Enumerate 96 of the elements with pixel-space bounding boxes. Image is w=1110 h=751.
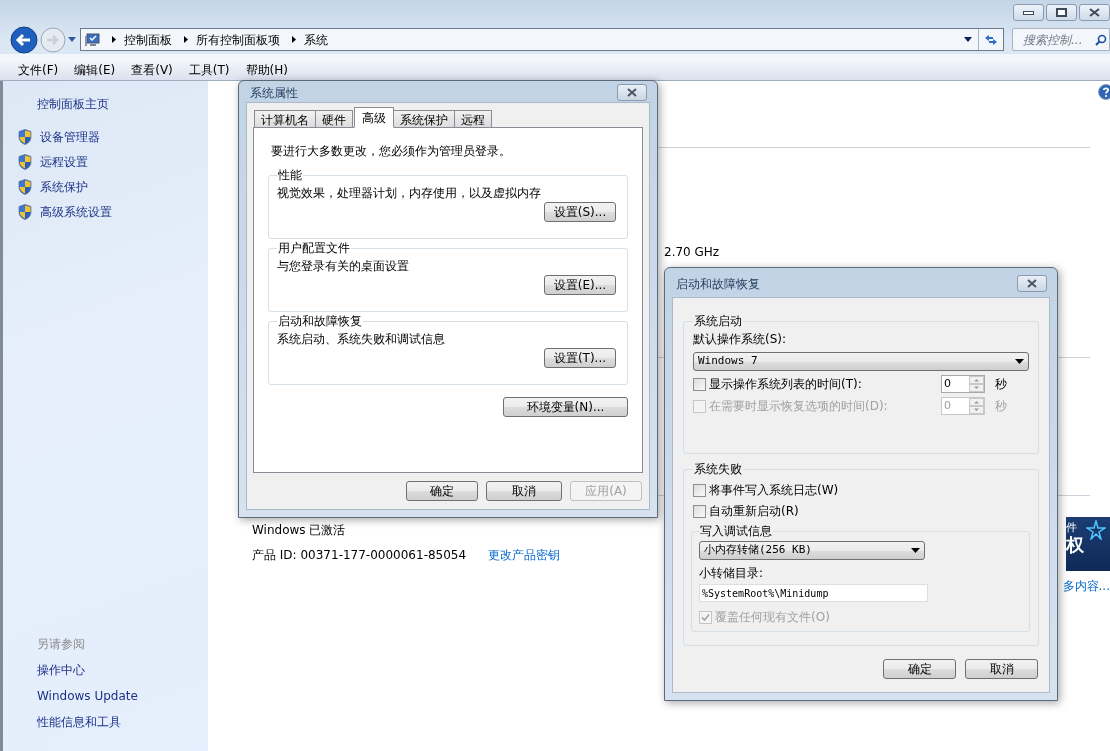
checkbox[interactable]: [693, 483, 706, 497]
back-button[interactable]: [10, 25, 38, 54]
star-icon: [1086, 520, 1106, 540]
genuine-logo: 件 权: [1066, 517, 1110, 571]
dropdown-caret-icon[interactable]: [964, 37, 972, 42]
refresh-icon: [984, 32, 998, 47]
close-window-button[interactable]: [1079, 4, 1110, 21]
tab[interactable]: 计算机名: [254, 110, 316, 128]
checkbox[interactable]: [693, 504, 706, 518]
breadcrumb-arrow-icon[interactable]: [292, 36, 296, 43]
minimize-icon: [1023, 10, 1034, 15]
checkbox-label: 显示操作系统列表的时间(T):: [709, 376, 863, 393]
close-button[interactable]: [1017, 275, 1047, 292]
group-title: 系统启动: [693, 313, 743, 330]
close-icon: [627, 88, 637, 97]
dropdown[interactable]: 小内存转储(256 KB): [699, 541, 925, 560]
group-description: 系统启动、系统失败和调试信息: [277, 331, 446, 348]
dialog-button[interactable]: 环境变量(N)...: [503, 397, 628, 417]
caret-icon: [911, 548, 920, 553]
search-field[interactable]: 搜索控制...: [1012, 28, 1110, 51]
sidebar-link[interactable]: 远程设置: [40, 153, 88, 171]
processor-speed: 2.70 GHz: [664, 244, 721, 259]
tab[interactable]: 高级: [354, 107, 394, 128]
sidebar-link[interactable]: Windows Update: [37, 687, 208, 705]
dialog-button[interactable]: 设置(E)...: [544, 275, 616, 295]
history-caret-icon[interactable]: [68, 37, 76, 42]
menu-item[interactable]: 文件(F): [10, 60, 67, 79]
group-title: 性能: [277, 167, 303, 184]
unit-label: 秒: [995, 398, 1007, 415]
dialog-button[interactable]: 设置(S)...: [544, 202, 616, 222]
close-icon: [1027, 279, 1037, 288]
caret-icon: [1015, 359, 1024, 364]
dialog-button[interactable]: 取消: [486, 481, 562, 501]
shield-icon: [18, 204, 32, 220]
close-button[interactable]: [617, 84, 647, 101]
dropdown[interactable]: Windows 7: [693, 352, 1029, 371]
checkbox-label: 覆盖任何现有文件(O): [715, 609, 830, 626]
sidebar-link[interactable]: 高级系统设置: [40, 203, 112, 221]
group-title: 启动和故障恢复: [277, 313, 363, 330]
shield-icon: [18, 179, 32, 195]
spin-arrows-icon: [969, 376, 984, 392]
breadcrumb[interactable]: 所有控制面板项: [196, 30, 280, 49]
group-title: 系统失败: [693, 461, 743, 478]
menu-item[interactable]: 编辑(E): [66, 60, 124, 79]
breadcrumb[interactable]: 控制面板: [124, 30, 172, 49]
dialog-title: 启动和故障恢复: [676, 275, 760, 293]
group-title: 写入调试信息: [699, 523, 773, 540]
see-also-heading: 另请参阅: [37, 636, 86, 653]
menu-item[interactable]: 查看(V): [123, 60, 181, 79]
dialog-button[interactable]: 确定: [406, 481, 478, 501]
shield-icon: [18, 129, 32, 145]
dialog-button[interactable]: 取消: [965, 659, 1038, 679]
sidebar-link[interactable]: 设备管理器: [40, 128, 100, 146]
dialog-button[interactable]: 设置(T)...: [544, 348, 616, 368]
sidebar-link[interactable]: 控制面板主页: [37, 95, 208, 113]
product-id: 产品 ID: 00371-177-0000061-85054: [252, 547, 467, 564]
spin-arrows-icon: [969, 398, 984, 414]
checkbox[interactable]: [693, 377, 706, 391]
group-description: 视觉效果，处理器计划，内存使用，以及虚拟内存: [277, 185, 542, 202]
breadcrumb-arrow-icon[interactable]: [112, 36, 116, 43]
help-icon[interactable]: [1098, 84, 1110, 100]
directory-field[interactable]: %SystemRoot%\Minidump: [699, 584, 928, 602]
checkbox-label: 将事件写入系统日志(W): [709, 482, 839, 499]
unit-label: 秒: [995, 376, 1007, 393]
activation-status: Windows 已激活: [252, 522, 347, 537]
tab[interactable]: 系统保护: [393, 110, 455, 128]
checkbox-label: 自动重新启动(R): [709, 503, 799, 520]
menu-item[interactable]: 帮助(H): [237, 60, 296, 79]
search-icon: [1095, 33, 1107, 46]
maximize-button[interactable]: [1046, 4, 1077, 21]
close-icon: [1089, 8, 1100, 17]
change-key-link[interactable]: 更改产品密钥: [488, 546, 561, 564]
restore-icon: [1056, 8, 1067, 17]
number-spinner[interactable]: 0: [941, 375, 985, 393]
sidebar-link[interactable]: 操作中心: [37, 661, 208, 679]
group-title: 用户配置文件: [277, 240, 351, 257]
computer-icon: [84, 32, 100, 47]
notice-text: 要进行大多数更改，您必须作为管理员登录。: [271, 143, 512, 160]
sidebar-link[interactable]: 系统保护: [40, 178, 88, 196]
shield-icon: [18, 154, 32, 170]
breadcrumb[interactable]: 系统: [304, 30, 328, 49]
dialog-title: 系统属性: [250, 84, 298, 102]
field-label: 小转储目录:: [699, 565, 765, 582]
menu-item[interactable]: 工具(T): [180, 60, 238, 79]
more-link[interactable]: 多内容...: [1062, 577, 1110, 595]
group-description: 与您登录有关的桌面设置: [277, 258, 410, 275]
checkmark-icon: [701, 612, 710, 622]
tab[interactable]: 远程: [454, 110, 492, 128]
minimize-button[interactable]: [1013, 4, 1044, 21]
field-label: 默认操作系统(S):: [693, 331, 788, 348]
breadcrumb-arrow-icon[interactable]: [184, 36, 188, 43]
tab[interactable]: 硬件: [315, 110, 353, 128]
checkbox-label: 在需要时显示恢复选项的时间(D):: [709, 398, 889, 415]
dialog-button[interactable]: 确定: [883, 659, 956, 679]
address-bar[interactable]: 控制面板 所有控制面板项 系统: [80, 28, 1004, 51]
sidebar-link[interactable]: 性能信息和工具: [37, 713, 208, 731]
